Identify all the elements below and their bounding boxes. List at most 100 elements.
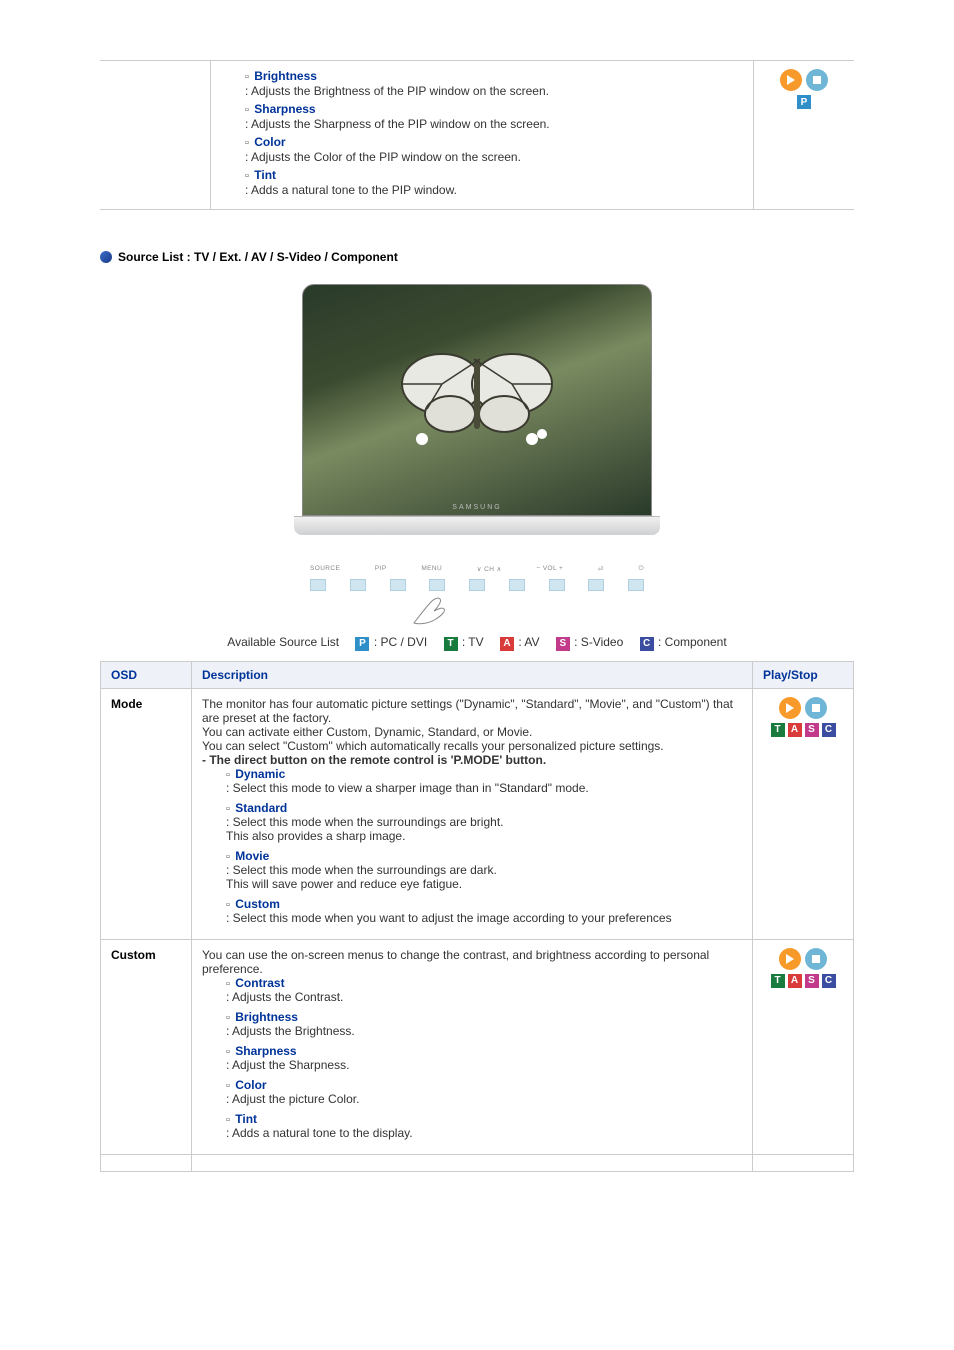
top-bullet-list: ▫ Brightness : Adjusts the Brightness of…	[245, 69, 743, 197]
desc-bold-line: - The direct button on the remote contro…	[202, 753, 742, 767]
bullet-icon: ▫	[226, 1012, 230, 1024]
bullet-icon: ▫	[226, 851, 230, 863]
sub-term-desc: : Select this mode when the surroundings…	[226, 863, 742, 891]
badge-c: C	[822, 723, 836, 737]
source-label: : TV	[462, 635, 484, 649]
bullet-icon: ▫	[245, 104, 249, 116]
sub-term-desc: : Adjusts the Contrast.	[226, 990, 742, 1004]
monitor-ch-button[interactable]: ∨ CH ∧	[477, 565, 502, 573]
butterfly-illustration	[392, 329, 562, 449]
bullet-icon: ▫	[245, 170, 249, 182]
source-label: : AV	[518, 635, 539, 649]
badge-s: S	[805, 974, 819, 988]
top-term-desc: : Adjusts the Color of the PIP window on…	[245, 150, 743, 164]
osd-cell: Custom	[101, 939, 192, 1154]
monitor-menu-button[interactable]: MENU	[421, 565, 442, 573]
top-term-desc: : Adjusts the Sharpness of the PIP windo…	[245, 117, 743, 131]
sub-term: Tint	[235, 1112, 257, 1126]
bullet-icon: ▫	[226, 1114, 230, 1126]
badge-a: A	[788, 974, 802, 988]
section-title: Source List : TV / Ext. / AV / S-Video /…	[118, 250, 398, 264]
top-continuation-table: ▫ Brightness : Adjusts the Brightness of…	[100, 60, 854, 210]
play-stop-controls: T A S C	[763, 948, 843, 988]
top-term: Brightness	[254, 69, 317, 83]
monitor-indicator-row	[292, 579, 662, 591]
stop-icon[interactable]	[805, 697, 827, 719]
bullet-icon: ▫	[245, 137, 249, 149]
badge-t: T	[444, 637, 458, 651]
sub-term-desc: : Adjust the picture Color.	[226, 1092, 742, 1106]
top-term-desc: : Adds a natural tone to the PIP window.	[245, 183, 743, 197]
sub-term: Movie	[235, 849, 269, 863]
sub-term-desc: : Adjusts the Brightness.	[226, 1024, 742, 1038]
top-term-desc: : Adjusts the Brightness of the PIP wind…	[245, 84, 743, 98]
source-label: : Component	[658, 635, 727, 649]
th-description: Description	[192, 661, 753, 688]
hand-pointer-icon	[412, 593, 662, 625]
table-row: Mode The monitor has four automatic pict…	[101, 688, 854, 939]
bullet-icon: ▫	[226, 803, 230, 815]
source-label: : S-Video	[574, 635, 623, 649]
th-playstop: Play/Stop	[753, 661, 854, 688]
sub-term-desc: : Select this mode when the surroundings…	[226, 815, 742, 843]
sub-term: Dynamic	[235, 767, 285, 781]
top-term: Sharpness	[254, 102, 315, 116]
top-term: Tint	[254, 168, 276, 182]
osd-table: OSD Description Play/Stop Mode The monit…	[100, 661, 854, 1172]
badge-c: C	[640, 637, 654, 651]
badge-p: P	[797, 95, 811, 109]
badge-a: A	[788, 723, 802, 737]
osd-cell: Mode	[101, 688, 192, 939]
monitor-illustration: SAMSUNG SOURCE PIP MENU ∨ CH ∧ − VOL + ⏎…	[100, 284, 854, 625]
badge-c: C	[822, 974, 836, 988]
monitor-enter-button[interactable]: ⏎	[598, 565, 604, 573]
sub-term: Brightness	[235, 1010, 298, 1024]
sub-term: Color	[235, 1078, 266, 1092]
bullet-icon: ▫	[245, 71, 249, 83]
desc-cell: You can use the on-screen menus to chang…	[192, 939, 753, 1154]
stop-icon[interactable]	[806, 69, 828, 91]
badge-t: T	[771, 974, 785, 988]
monitor-power-button[interactable]: ⏻	[638, 565, 644, 573]
bullet-icon: ▫	[226, 1046, 230, 1058]
stop-icon[interactable]	[805, 948, 827, 970]
sub-term-desc: : Select this mode when you want to adju…	[226, 911, 742, 925]
sub-term-desc: : Adjust the Sharpness.	[226, 1058, 742, 1072]
available-source-label: Available Source List	[227, 635, 339, 649]
bullet-icon: ▫	[226, 769, 230, 781]
sub-term: Sharpness	[235, 1044, 296, 1058]
play-icon[interactable]	[779, 948, 801, 970]
desc-line: You can select "Custom" which automatica…	[202, 739, 742, 753]
bullet-icon: ▫	[226, 978, 230, 990]
badge-s: S	[805, 723, 819, 737]
desc-line: You can use the on-screen menus to chang…	[202, 948, 742, 976]
th-osd: OSD	[101, 661, 192, 688]
top-term: Color	[254, 135, 285, 149]
play-icon[interactable]	[780, 69, 802, 91]
badge-p: P	[355, 637, 369, 651]
table-row: Custom You can use the on-screen menus t…	[101, 939, 854, 1154]
play-stop-controls: T A S C	[763, 697, 843, 737]
section-dot-icon	[100, 251, 112, 263]
desc-line: You can activate either Custom, Dynamic,…	[202, 725, 742, 739]
sub-term: Contrast	[235, 976, 284, 990]
badge-s: S	[556, 637, 570, 651]
available-source-line: Available Source List P : PC / DVI T : T…	[100, 635, 854, 651]
monitor-vol-button[interactable]: − VOL +	[536, 565, 563, 573]
section-header: Source List : TV / Ext. / AV / S-Video /…	[100, 250, 854, 264]
table-row	[101, 1154, 854, 1171]
monitor-button-row: SOURCE PIP MENU ∨ CH ∧ − VOL + ⏎ ⏻	[292, 565, 662, 573]
sub-term: Custom	[235, 897, 280, 911]
desc-line: The monitor has four automatic picture s…	[202, 697, 742, 725]
monitor-source-button[interactable]: SOURCE	[310, 565, 340, 573]
monitor-pip-button[interactable]: PIP	[375, 565, 387, 573]
monitor-brand-label: SAMSUNG	[452, 504, 501, 511]
badge-t: T	[771, 723, 785, 737]
sub-term: Standard	[235, 801, 287, 815]
bullet-icon: ▫	[226, 899, 230, 911]
play-icon[interactable]	[779, 697, 801, 719]
desc-cell: The monitor has four automatic picture s…	[192, 688, 753, 939]
sub-term-desc: : Adds a natural tone to the display.	[226, 1126, 742, 1140]
play-stop-controls: P	[764, 69, 844, 109]
badge-a: A	[500, 637, 514, 651]
